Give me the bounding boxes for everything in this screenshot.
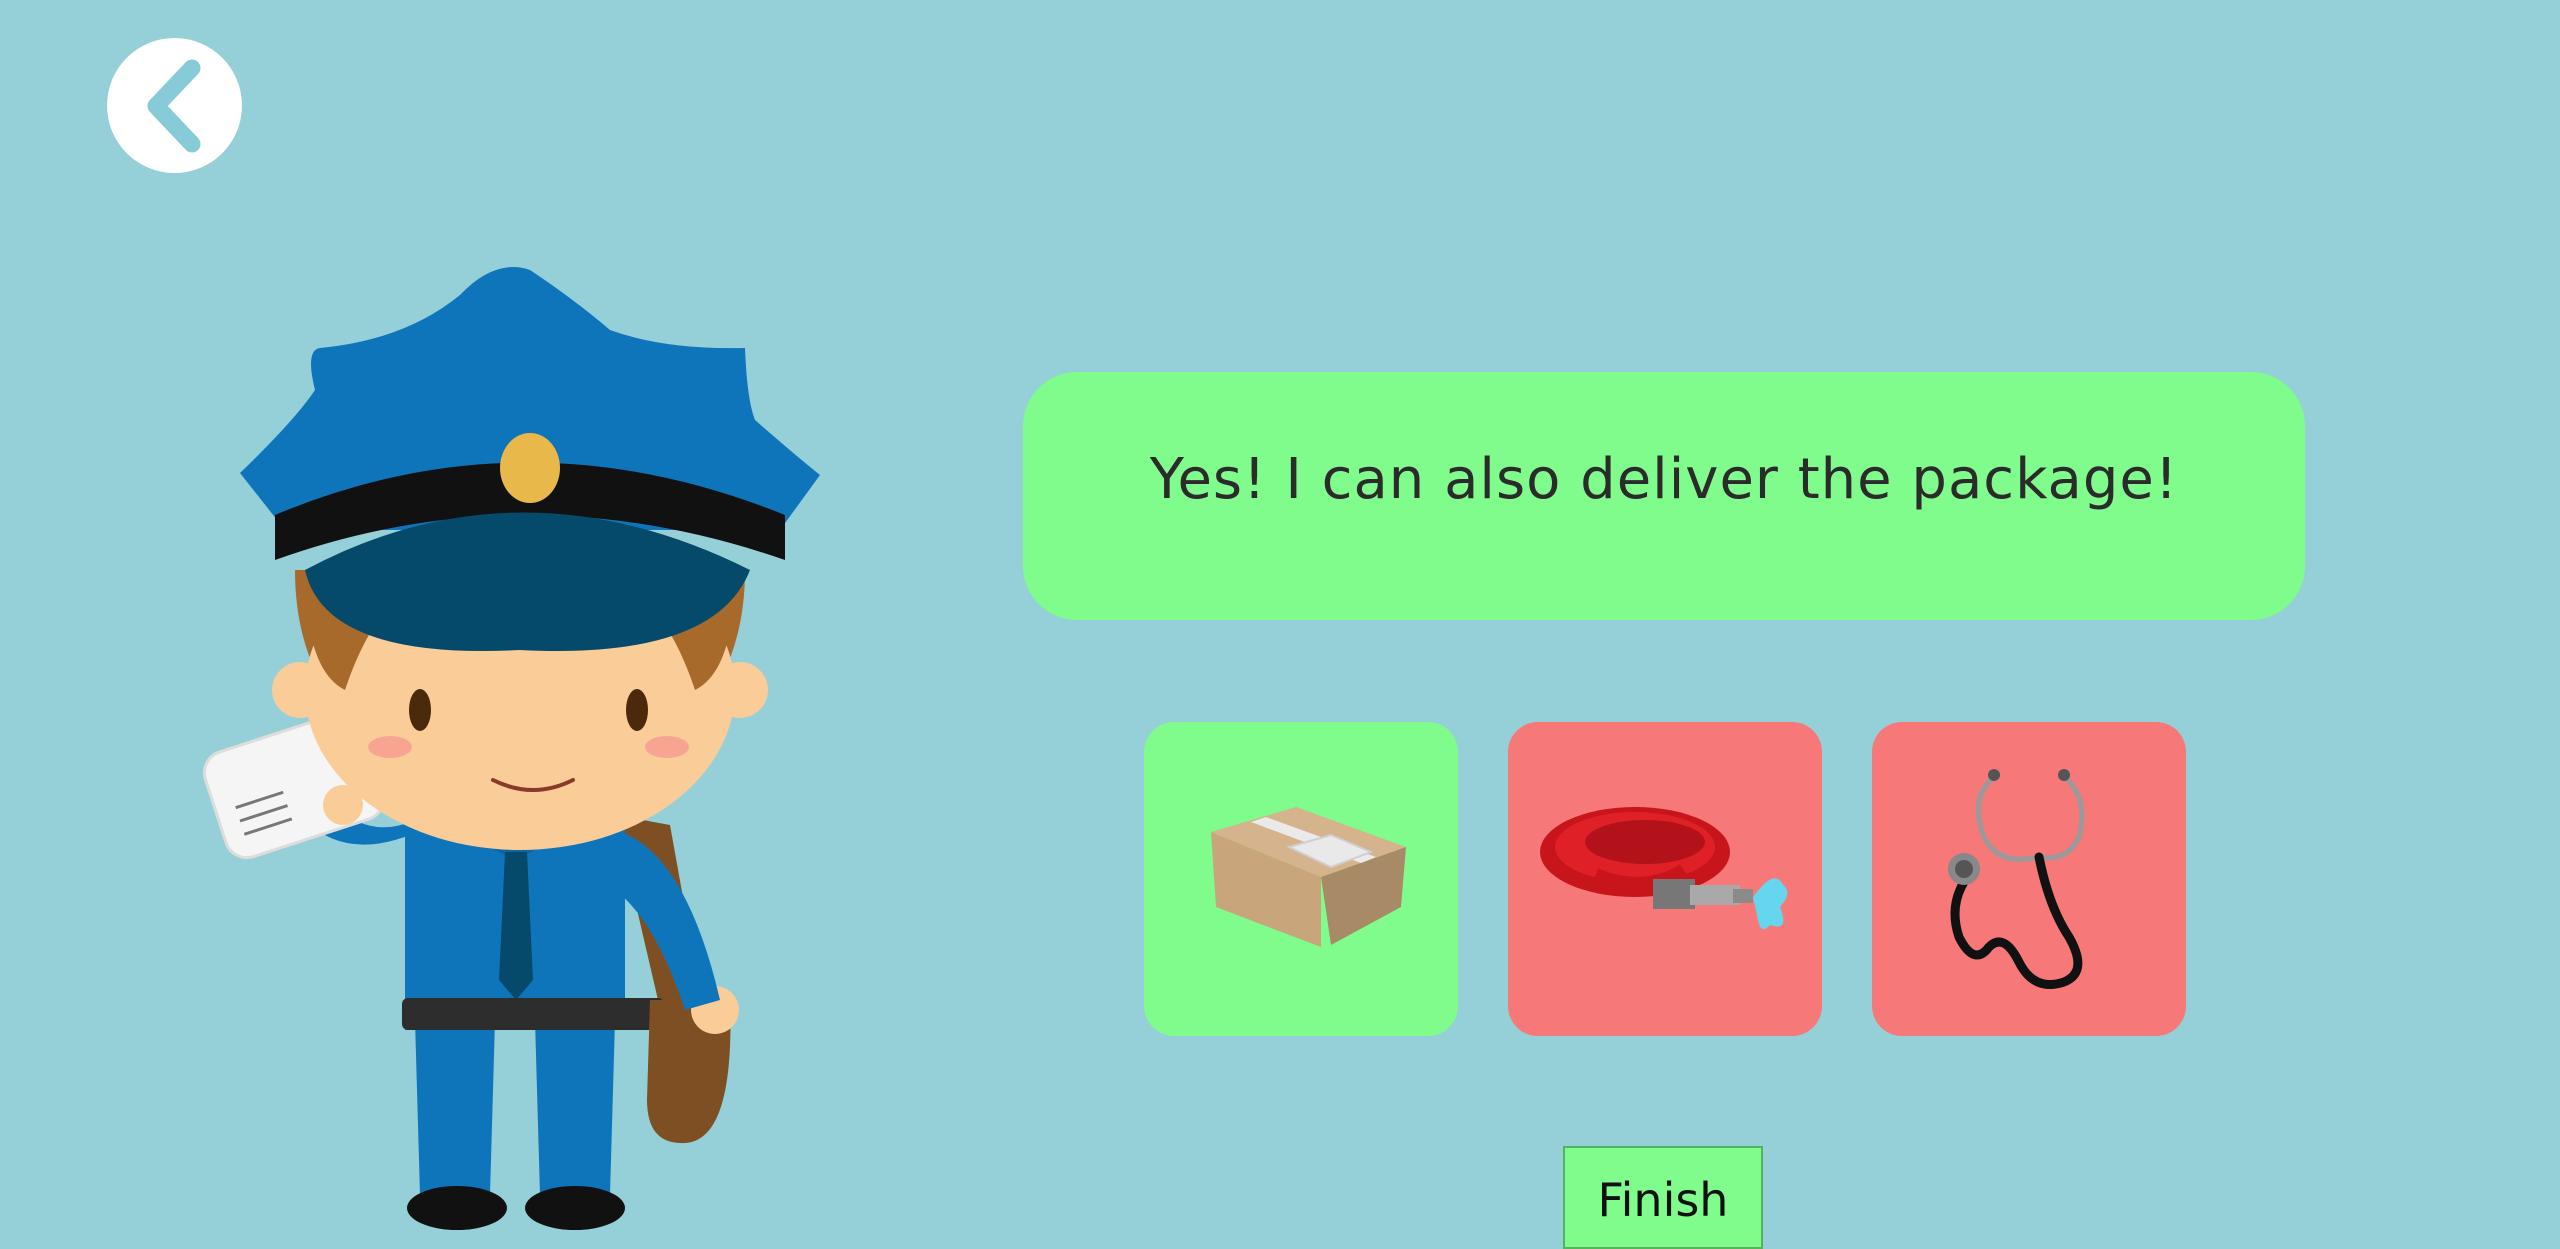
back-button[interactable] (107, 38, 242, 173)
fire-hose-icon (1535, 797, 1795, 961)
package-icon (1181, 787, 1421, 971)
speech-text: Yes! I can also deliver the package! (1149, 446, 2179, 512)
finish-button[interactable]: Finish (1563, 1146, 1763, 1249)
choice-package[interactable] (1144, 722, 1458, 1036)
postman-character (195, 240, 835, 1240)
choice-fire-hose[interactable] (1508, 722, 1822, 1036)
game-stage: Yes! I can also deliver the package! Fin… (0, 0, 2560, 1249)
speech-bubble: Yes! I can also deliver the package! (1023, 372, 2305, 620)
stethoscope-icon (1939, 757, 2119, 1001)
chevron-left-icon (140, 56, 210, 156)
choice-stethoscope[interactable] (1872, 722, 2186, 1036)
